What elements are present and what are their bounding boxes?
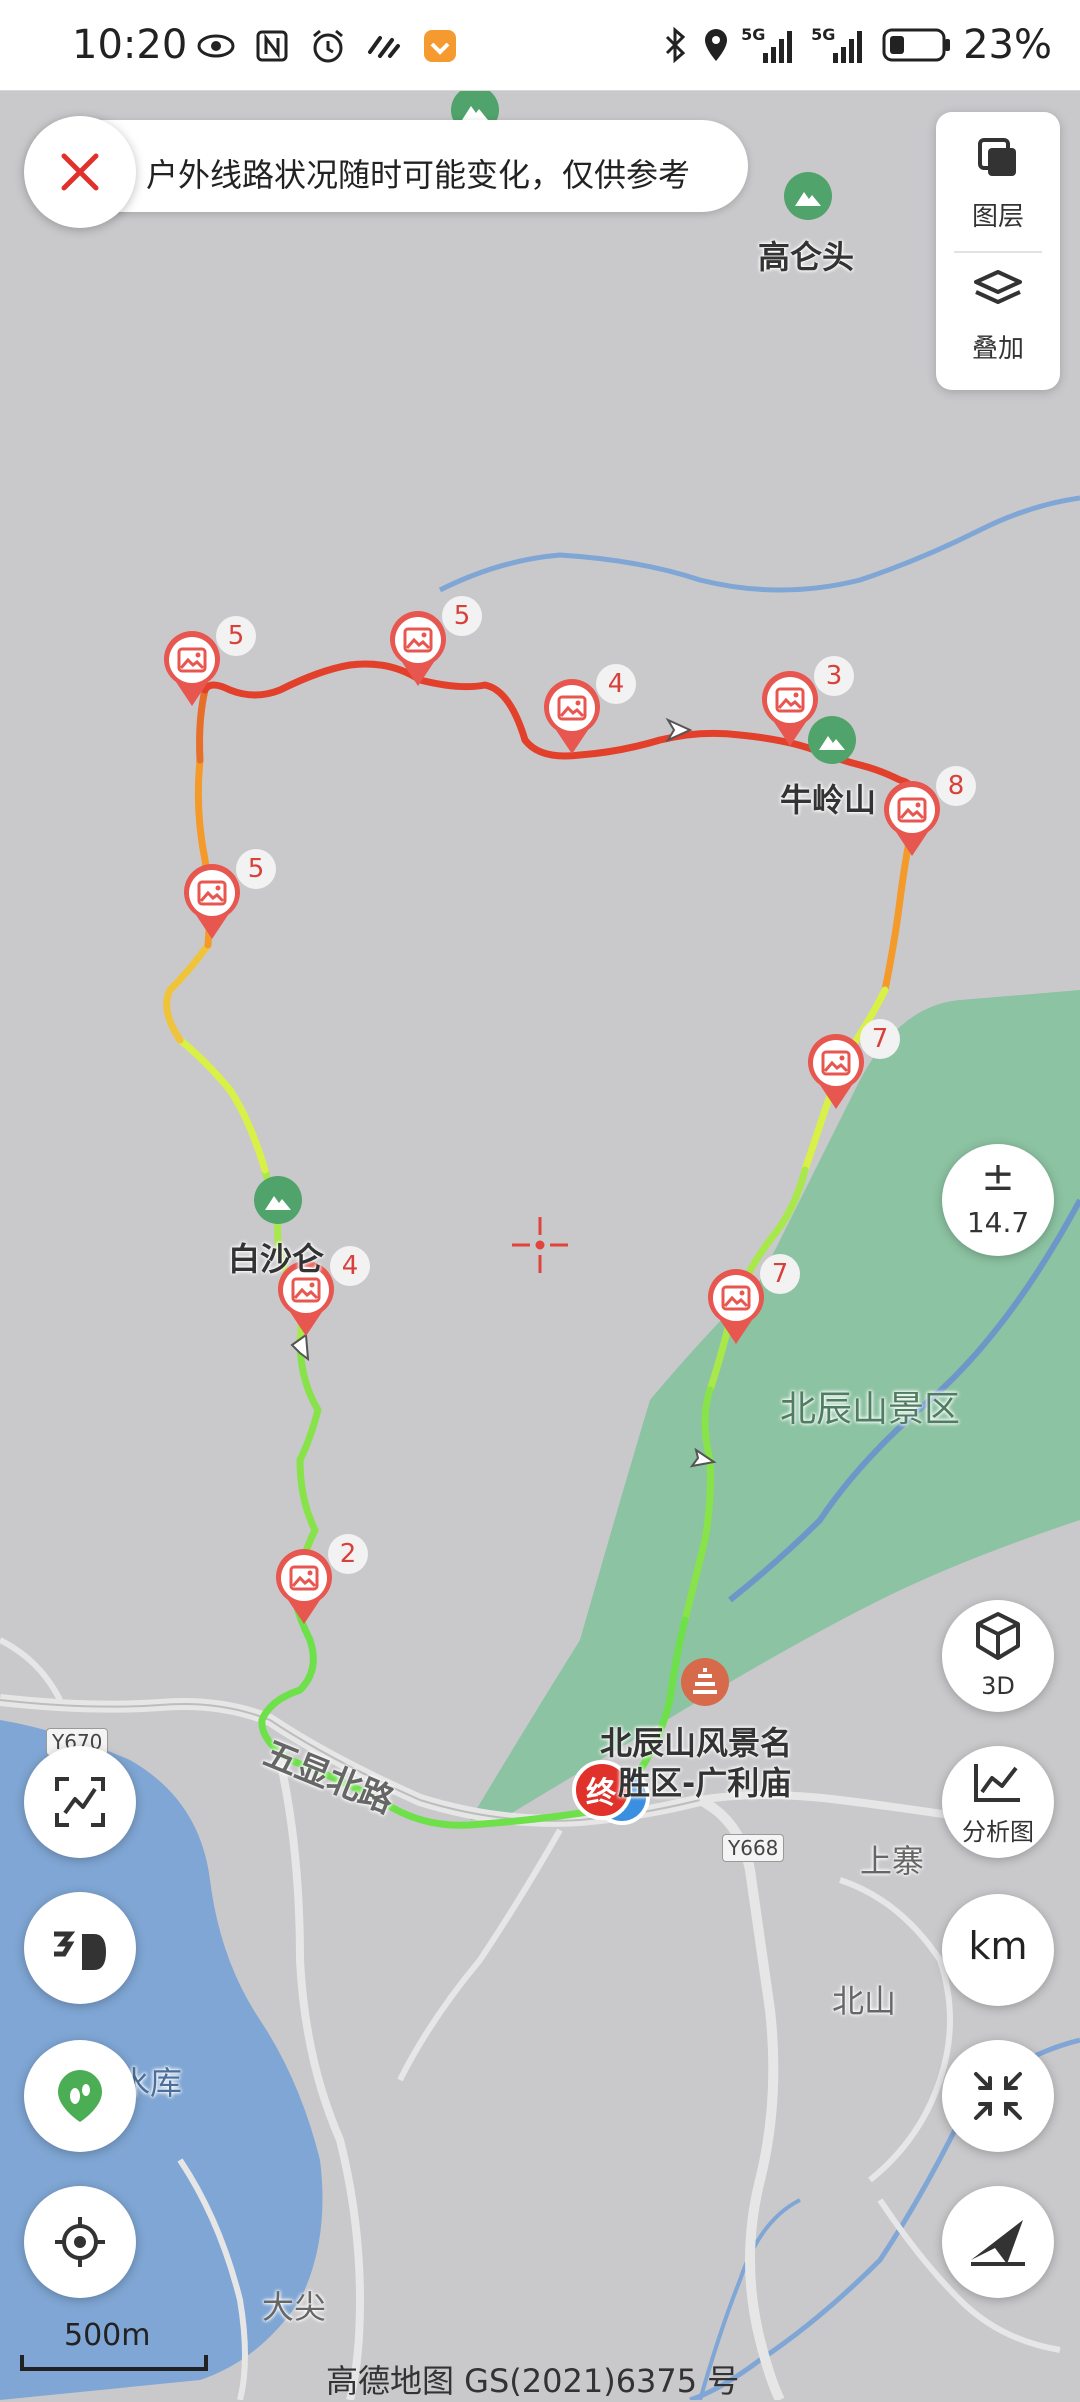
photo-marker[interactable]	[388, 610, 448, 688]
peak-icon-gaolun	[784, 172, 832, 220]
analysis-label: 分析图	[962, 1818, 1034, 1846]
unit-button[interactable]: km	[942, 1894, 1054, 2006]
battery-percent: 23%	[963, 22, 1052, 68]
label-beishan: 北山	[832, 1982, 897, 2020]
photo-marker[interactable]	[806, 1033, 866, 1111]
3d-button[interactable]: 3D	[942, 1600, 1054, 1712]
photo-marker[interactable]	[182, 863, 242, 941]
photo-pin-icon	[184, 864, 240, 939]
map-copyright: 高德地图 GS(2021)6375 号	[326, 2362, 740, 2400]
cube-icon	[976, 1612, 1020, 1660]
battery-icon	[882, 28, 951, 62]
zoom-button[interactable]: ± 14.7	[942, 1144, 1054, 1256]
unit-label: km	[968, 1924, 1028, 1968]
photo-count-badge: 5	[216, 616, 256, 656]
layer-panel: 图层 叠加	[936, 112, 1060, 390]
share-button[interactable]	[942, 2186, 1054, 2298]
photo-pin-icon	[884, 781, 940, 856]
status-icons-left	[196, 26, 460, 66]
photo-pin-icon	[390, 611, 446, 686]
photo-count-badge: 7	[860, 1019, 900, 1059]
notice-text: 户外线路状况随时可能变化，仅供参考	[146, 156, 691, 194]
terrain-3d-button[interactable]	[24, 1892, 136, 2004]
footprint-button[interactable]	[24, 2040, 136, 2152]
fit-view-button[interactable]	[942, 2040, 1054, 2152]
photo-marker[interactable]	[882, 780, 942, 858]
route-view-button[interactable]	[24, 1746, 136, 1858]
analysis-button[interactable]: 分析图	[942, 1746, 1054, 1858]
swipe-icon	[364, 26, 404, 66]
signal-5g-icon: 5G	[811, 25, 871, 65]
locate-button[interactable]	[24, 2186, 136, 2298]
photo-marker[interactable]	[706, 1268, 766, 1346]
photo-count-badge: 3	[814, 656, 854, 696]
zoom-level: 14.7	[966, 1206, 1030, 1239]
3d-terrain-icon	[54, 1931, 106, 1970]
photo-marker[interactable]	[162, 630, 222, 708]
bluetooth-icon	[666, 26, 686, 64]
overlay-label: 叠加	[971, 334, 1024, 364]
layers-icon	[978, 138, 1016, 176]
map-canvas[interactable]: 5 5 4 3 8 5 7 4 7 2	[0, 90, 1080, 2400]
label-shangzhai: 上寨	[860, 1842, 925, 1880]
photo-pin-icon	[762, 671, 818, 746]
peak-icon-baisha	[254, 1176, 302, 1224]
status-time: 10:20	[72, 22, 188, 68]
road-tag-y668: Y668	[722, 1834, 785, 1862]
layers-button[interactable]: 图层	[936, 112, 1060, 240]
end-marker-label: 终	[586, 1776, 616, 1811]
layers-label: 图层	[971, 202, 1024, 232]
map-svg	[0, 90, 1080, 2400]
location-icon	[705, 29, 728, 61]
photo-count-badge: 5	[442, 596, 482, 636]
photo-count-badge: 8	[936, 766, 976, 806]
photo-pin-icon	[808, 1034, 864, 1109]
3d-label: 3D	[981, 1672, 1015, 1700]
photo-marker[interactable]	[274, 1548, 334, 1626]
photo-marker[interactable]	[760, 670, 820, 748]
alarm-icon	[308, 26, 348, 66]
photo-pin-icon	[164, 631, 220, 706]
photo-pin-icon	[708, 1269, 764, 1344]
photo-count-badge: 7	[760, 1254, 800, 1294]
zoom-symbol: ±	[981, 1154, 1015, 1200]
label-niuling: 牛岭山	[780, 781, 877, 819]
paper-plane-icon	[971, 2220, 1025, 2266]
label-beichen-poi-2: 胜区-广利庙	[618, 1764, 792, 1802]
photo-count-badge: 4	[596, 664, 636, 704]
route-view-icon	[55, 1777, 105, 1827]
close-button[interactable]	[24, 116, 136, 228]
locate-icon	[55, 2217, 105, 2267]
close-icon	[61, 153, 99, 191]
scale-label: 500m	[64, 2318, 151, 2353]
label-dajian: 大尖	[262, 2288, 327, 2326]
overlay-button[interactable]: 叠加	[936, 252, 1060, 380]
footprint-icon	[58, 2070, 102, 2122]
label-beichen-area: 北辰山景区	[780, 1389, 961, 1430]
photo-count-badge: 2	[328, 1534, 368, 1574]
photo-marker[interactable]	[542, 678, 602, 756]
photo-pin-icon	[544, 679, 600, 754]
nfc-icon	[252, 26, 292, 66]
temple-icon	[681, 1658, 729, 1706]
eye-icon	[196, 26, 236, 66]
photo-pin-icon	[276, 1549, 332, 1624]
river-north	[438, 495, 1080, 593]
chart-icon	[974, 1764, 1020, 1802]
collapse-icon	[974, 2072, 1022, 2120]
photo-count-badge: 5	[236, 849, 276, 889]
road-y668	[697, 1795, 785, 2400]
status-icons-right: 5G 5G 23%	[659, 22, 1052, 68]
status-bar: 10:20 5G 5G 23%	[0, 0, 1080, 91]
label-gaolun: 高仑头	[758, 238, 855, 276]
app-badge-icon	[420, 26, 460, 66]
crosshair-icon	[512, 1217, 568, 1273]
signal-5g-icon: 5G	[741, 25, 801, 65]
label-baisha: 白沙仑	[228, 1240, 325, 1278]
overlay-icon	[974, 270, 1022, 304]
photo-count-badge: 4	[330, 1246, 370, 1286]
